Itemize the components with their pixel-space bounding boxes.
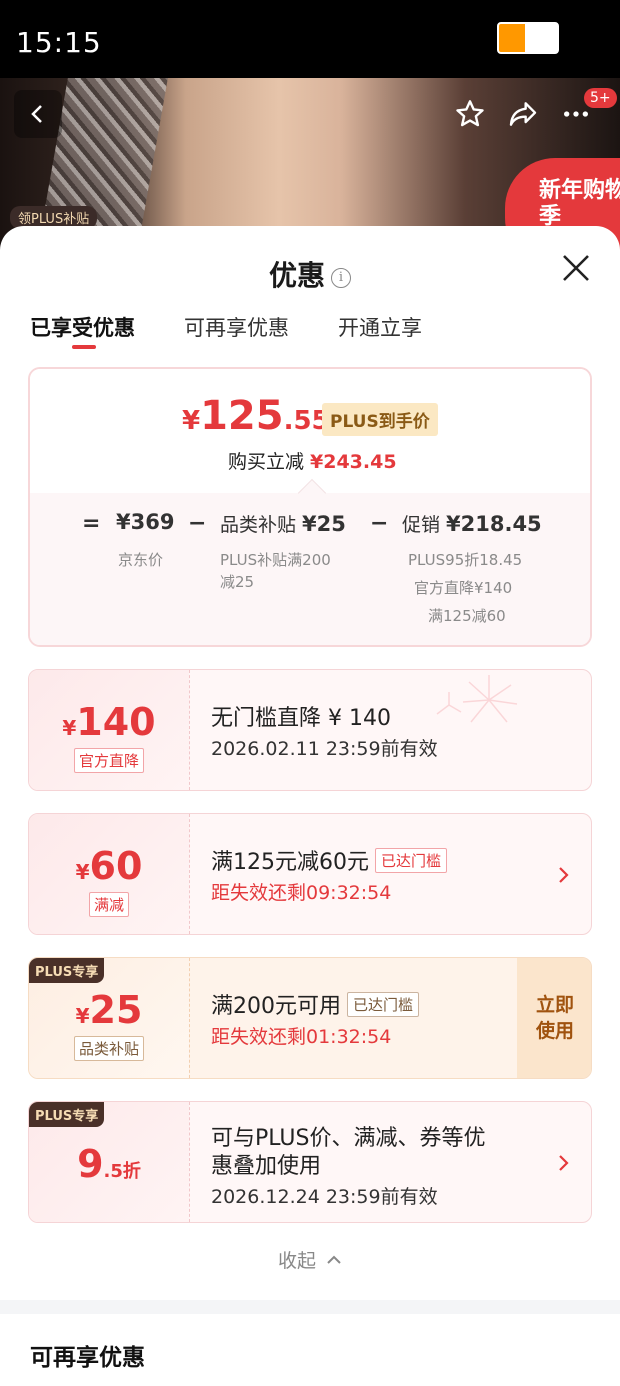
coupon-currency: ¥ (75, 860, 90, 884)
jd-price-label: 京东价 (118, 551, 164, 569)
coupon-title: 满125元减60元 已达门槛 (211, 844, 448, 876)
top-actions (448, 90, 598, 138)
promotion-detail-2: 官方直降¥140 (414, 579, 513, 597)
minus-sign-1: − (188, 511, 207, 536)
coupon-type: 品类补贴 (73, 1036, 144, 1061)
promotion-label: 促销 (402, 514, 441, 536)
final-price: ¥125.55 (182, 393, 330, 439)
reduction-label: 购买立减 (228, 451, 305, 473)
plus-exclusive-tag: PLUS专享 (29, 1102, 105, 1127)
coupon-divider (189, 670, 190, 790)
coupon-value: 140 (76, 700, 156, 744)
section-title-more-offers: 可再享优惠 (30, 1345, 145, 1371)
chevron-right-icon[interactable] (555, 864, 573, 886)
coupon-title: 无门槛直降 ¥ 140 (211, 706, 391, 731)
coupon-currency: ¥ (75, 1004, 90, 1028)
active-tab-indicator (72, 345, 96, 349)
collapse-button[interactable]: 收起 (0, 1246, 620, 1273)
jd-price-value: ¥369 (116, 510, 175, 534)
coupon-card-direct-cut: ¥140 官方直降 无门槛直降 ¥ 140 2026.02.11 23:59前有… (28, 669, 592, 791)
use-now-label: 立即使用 (535, 994, 574, 1042)
category-subsidy-label: 品类补贴 (220, 514, 297, 536)
coupon-card-plus-discount[interactable]: PLUS专享 9.5折 可与PLUS价、满减、券等优 惠叠加使用 2026.12… (28, 1101, 592, 1223)
coupon-value: 25 (89, 988, 143, 1032)
coupon-card-full-reduction[interactable]: ¥60 满减 满125元减60元 已达门槛 距失效还剩09:32:54 (28, 813, 592, 935)
threshold-met-badge: 已达门槛 (347, 992, 420, 1017)
coupon-validity: 2026.02.11 23:59前有效 (211, 738, 438, 760)
threshold-met-badge: 已达门槛 (375, 848, 448, 873)
tab-activate[interactable]: 开通立享 (338, 312, 422, 342)
promotion-detail-1: PLUS95折18.45 (408, 551, 523, 569)
category-subsidy-detail-2: 减25 (220, 573, 255, 591)
coupon-title: 满200元可用 已达门槛 (211, 988, 420, 1020)
coupon-validity: 2026.12.24 23:59前有效 (211, 1186, 438, 1208)
coupon-title-line-2: 惠叠加使用 (211, 1154, 322, 1179)
share-icon (509, 102, 537, 126)
info-icon[interactable]: i (331, 268, 351, 288)
coupon-value: 60 (89, 844, 143, 888)
price-integer: 125 (200, 393, 284, 439)
tab-more-available[interactable]: 可再享优惠 (184, 312, 289, 342)
equals-sign: = (82, 511, 101, 536)
coupon-countdown: 距失效还剩09:32:54 (211, 882, 392, 904)
promotion-detail-3: 满125减60 (428, 607, 506, 625)
chevron-right-icon[interactable] (555, 1152, 573, 1174)
message-badge: 5+ (584, 88, 617, 108)
plus-price-badge: PLUS到手价 (322, 403, 438, 436)
coupon-amount: ¥140 (29, 700, 189, 744)
instant-reduction: 购买立减 ¥243.45 (228, 447, 397, 474)
back-button[interactable] (14, 90, 62, 138)
sheet-title: 优惠 (268, 259, 325, 292)
coupon-countdown: 距失效还剩01:32:54 (211, 1026, 392, 1048)
jd-price: ¥369 (116, 510, 174, 534)
share-button[interactable] (501, 92, 545, 136)
coupon-amount: ¥25 (29, 988, 189, 1032)
use-now-button[interactable]: 立即使用 (517, 958, 591, 1078)
favorite-button[interactable] (448, 92, 492, 136)
coupon-title-text: 满125元减60元 (211, 850, 369, 875)
category-subsidy-amount: ¥25 (302, 512, 346, 536)
coupon-type: 官方直降 (73, 748, 144, 773)
category-subsidy: 品类补贴 ¥25 (220, 510, 346, 537)
status-bar: 15:15 (0, 0, 620, 78)
collapse-label: 收起 (277, 1250, 316, 1272)
coupon-title-text: 满200元可用 (211, 994, 341, 1019)
chevron-up-icon (327, 1255, 341, 1264)
plus-exclusive-tag: PLUS专享 (29, 958, 105, 983)
coupon-amount: 9.5折 (29, 1142, 189, 1186)
coupon-currency: ¥ (62, 716, 77, 740)
battery-fill (499, 24, 526, 52)
coupon-type-wrap: 满减 (29, 892, 189, 917)
sheet-header: 优惠 i (0, 254, 620, 294)
battery-icon (497, 22, 559, 54)
promotion: 促销 ¥218.45 (402, 510, 542, 537)
close-icon[interactable] (560, 252, 592, 284)
coupon-divider (189, 1102, 190, 1222)
fireworks-decoration (436, 675, 518, 723)
status-time: 15:15 (16, 26, 102, 59)
coupon-suffix: .5折 (103, 1161, 141, 1182)
tab-enjoyed[interactable]: 已享受优惠 (30, 312, 135, 342)
coupon-card-category-subsidy: PLUS专享 ¥25 品类补贴 满200元可用 已达门槛 距失效还剩01:32:5… (28, 957, 592, 1079)
coupon-type-wrap: 品类补贴 (29, 1036, 189, 1061)
coupon-divider (189, 814, 190, 934)
coupon-type-wrap: 官方直降 (29, 748, 189, 773)
section-divider (0, 1300, 620, 1314)
minus-sign-2: − (370, 511, 389, 536)
coupon-divider (189, 958, 190, 1078)
coupon-amount: ¥60 (29, 844, 189, 888)
category-subsidy-detail-1: PLUS补贴满200 (220, 551, 331, 569)
reduction-amount: ¥243.45 (310, 451, 397, 473)
coupon-value: 9 (77, 1142, 104, 1186)
back-icon (31, 105, 42, 123)
discount-sheet: 优惠 i 已享受优惠 可再享优惠 开通立享 ¥125.55 PLUS到手价 购买立… (0, 226, 620, 1386)
price-symbol: ¥ (182, 406, 201, 436)
coupon-type: 满减 (88, 892, 129, 917)
price-summary: ¥125.55 PLUS到手价 购买立减 ¥243.45 = ¥369 京东价 −… (28, 367, 592, 647)
promotion-amount: ¥218.45 (446, 512, 542, 536)
star-icon (456, 100, 484, 127)
